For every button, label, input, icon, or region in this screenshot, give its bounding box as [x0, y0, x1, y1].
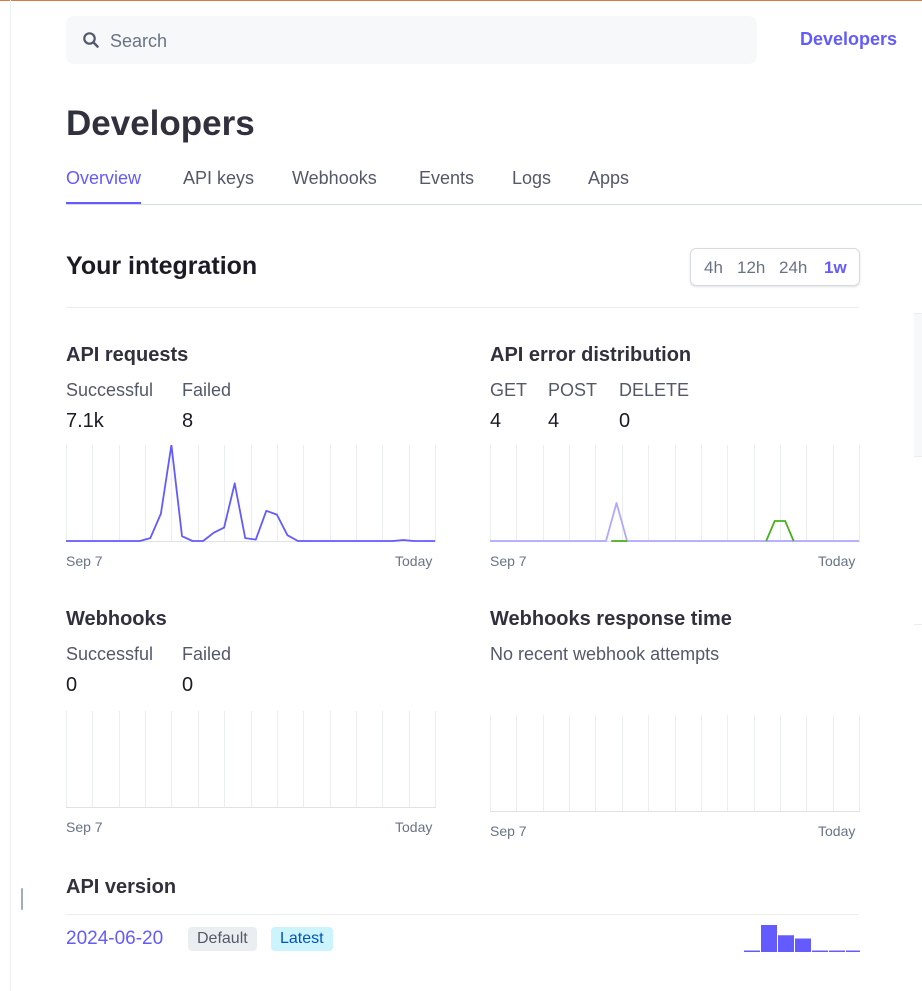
- tab-apps[interactable]: Apps: [588, 168, 629, 204]
- tab-overview[interactable]: Overview: [66, 168, 142, 204]
- version-usage-bar: [744, 950, 760, 952]
- integration-title: Your integration: [66, 252, 258, 280]
- page-title: Developers: [66, 104, 255, 143]
- webhook-response-x-end: Today: [818, 823, 856, 839]
- api-requests-x-start: Sep 7: [66, 553, 103, 569]
- api-errors-delete-value: 0: [619, 410, 631, 432]
- tab-bar: Overview API keys Webhooks Events Logs A…: [66, 168, 922, 205]
- version-usage-bar: [812, 950, 828, 952]
- webhooks-successful-label: Successful: [66, 644, 154, 664]
- api-requests-x-end: Today: [395, 553, 433, 569]
- webhooks-x-end: Today: [395, 819, 433, 835]
- api-version-usage-chart: [744, 925, 860, 952]
- api-requests-title: API requests: [66, 344, 189, 366]
- right-panel-card: [914, 313, 922, 457]
- api-requests-series: [66, 445, 435, 542]
- tab-webhooks[interactable]: Webhooks: [292, 168, 377, 204]
- api-errors-delete-label: DELETE: [619, 380, 690, 400]
- tabs-divider: [66, 204, 922, 205]
- api-version-link[interactable]: 2024-06-20: [66, 928, 163, 950]
- api-errors-get-series: [490, 502, 859, 542]
- api-version-title: API version: [66, 876, 177, 898]
- tab-events[interactable]: Events: [419, 168, 474, 204]
- api-errors-x-start: Sep 7: [490, 553, 527, 569]
- api-errors-chart[interactable]: [490, 445, 860, 542]
- webhooks-chart[interactable]: [66, 711, 436, 808]
- api-requests-successful-label: Successful: [66, 380, 154, 400]
- time-range-selector: 4h 12h 24h 1w: [690, 248, 860, 286]
- tab-logs[interactable]: Logs: [512, 168, 551, 204]
- webhooks-failed-value: 0: [182, 674, 194, 696]
- api-errors-post-value: 4: [548, 410, 560, 432]
- api-errors-title: API error distribution: [490, 344, 692, 366]
- range-1w[interactable]: 1w: [824, 258, 847, 278]
- version-usage-bar: [778, 935, 794, 952]
- developers-link[interactable]: Developers: [800, 29, 897, 50]
- api-errors-get-label: GET: [490, 380, 528, 400]
- api-requests-chart[interactable]: [66, 445, 436, 542]
- webhooks-title: Webhooks: [66, 608, 167, 630]
- api-requests-successful-value: 7.1k: [66, 410, 104, 432]
- search-bar[interactable]: [66, 16, 757, 66]
- resize-handle[interactable]: [21, 888, 23, 910]
- api-errors-post-label: POST: [548, 380, 598, 400]
- webhooks-x-start: Sep 7: [66, 819, 103, 835]
- section-divider: [66, 307, 859, 308]
- range-24h[interactable]: 24h: [779, 258, 807, 278]
- right-panel-divider: [914, 624, 922, 625]
- version-usage-bar: [846, 950, 860, 952]
- api-requests-failed-label: Failed: [182, 380, 232, 400]
- api-errors-x-end: Today: [818, 553, 856, 569]
- webhook-response-empty-note: No recent webhook attempts: [490, 644, 720, 664]
- webhook-response-x-start: Sep 7: [490, 823, 527, 839]
- version-usage-bar: [761, 925, 777, 952]
- api-errors-post-series: [765, 520, 795, 542]
- top-accent-bar: [0, 0, 922, 1]
- version-usage-bar: [829, 950, 845, 952]
- version-usage-bar: [795, 938, 811, 952]
- range-12h[interactable]: 12h: [737, 258, 765, 278]
- webhooks-successful-value: 0: [66, 674, 78, 696]
- api-requests-failed-value: 8: [182, 410, 194, 432]
- webhooks-failed-label: Failed: [182, 644, 232, 664]
- default-badge: Default: [188, 927, 257, 951]
- range-4h[interactable]: 4h: [704, 258, 723, 278]
- latest-badge: Latest: [271, 927, 333, 951]
- left-rail-divider: [10, 0, 11, 991]
- api-errors-get-value: 4: [490, 410, 502, 432]
- tab-api-keys[interactable]: API keys: [183, 168, 254, 204]
- search-input[interactable]: [108, 16, 732, 66]
- webhook-response-chart[interactable]: [490, 715, 860, 812]
- api-version-divider: [66, 914, 859, 915]
- search-icon: [83, 32, 99, 48]
- webhook-response-title: Webhooks response time: [490, 608, 732, 630]
